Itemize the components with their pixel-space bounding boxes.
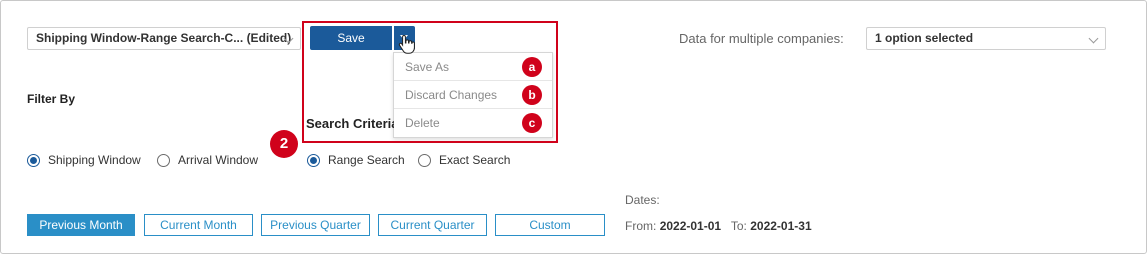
radio-label: Exact Search (439, 153, 511, 167)
previous-quarter-button[interactable]: Previous Quarter (261, 214, 370, 236)
dates-label: Dates: (625, 193, 660, 207)
current-quarter-button[interactable]: Current Quarter (378, 214, 487, 236)
radio-unselected-icon (418, 153, 431, 167)
companies-select[interactable]: 1 option selected (866, 27, 1106, 50)
current-month-button[interactable]: Current Month (144, 214, 253, 236)
search-criteria-heading: Search Criteria (306, 116, 394, 131)
radio-selected-icon (27, 153, 40, 167)
date-range-display: From: 2022-01-01 To: 2022-01-31 (625, 219, 812, 233)
from-date: 2022-01-01 (659, 219, 722, 233)
annotation-step-badge: 2 (270, 130, 298, 158)
radio-arrival-window[interactable]: Arrival Window (157, 153, 258, 167)
from-label: From: (625, 219, 657, 233)
radio-range-search[interactable]: Range Search (307, 153, 405, 167)
radio-shipping-window[interactable]: Shipping Window (27, 153, 141, 167)
radio-selected-icon (307, 153, 320, 167)
hand-cursor-icon (398, 34, 415, 54)
previous-month-button[interactable]: Previous Month (27, 214, 135, 236)
radio-label: Arrival Window (178, 153, 259, 167)
radio-label: Shipping Window (48, 153, 141, 167)
radio-label: Range Search (328, 153, 405, 167)
radio-unselected-icon (157, 153, 170, 167)
companies-value: 1 option selected (875, 31, 974, 45)
saved-view-select[interactable]: Shipping Window-Range Search-C... (Edite… (27, 27, 301, 50)
companies-label: Data for multiple companies: (679, 31, 844, 46)
radio-exact-search[interactable]: Exact Search (418, 153, 510, 167)
custom-button[interactable]: Custom (495, 214, 605, 236)
to-date: 2022-01-31 (750, 219, 812, 233)
to-label: To: (730, 219, 747, 233)
saved-view-value: Shipping Window-Range Search-C... (Edite… (36, 31, 292, 45)
chevron-down-icon (1088, 33, 1099, 44)
filter-by-heading: Filter By (27, 92, 76, 106)
